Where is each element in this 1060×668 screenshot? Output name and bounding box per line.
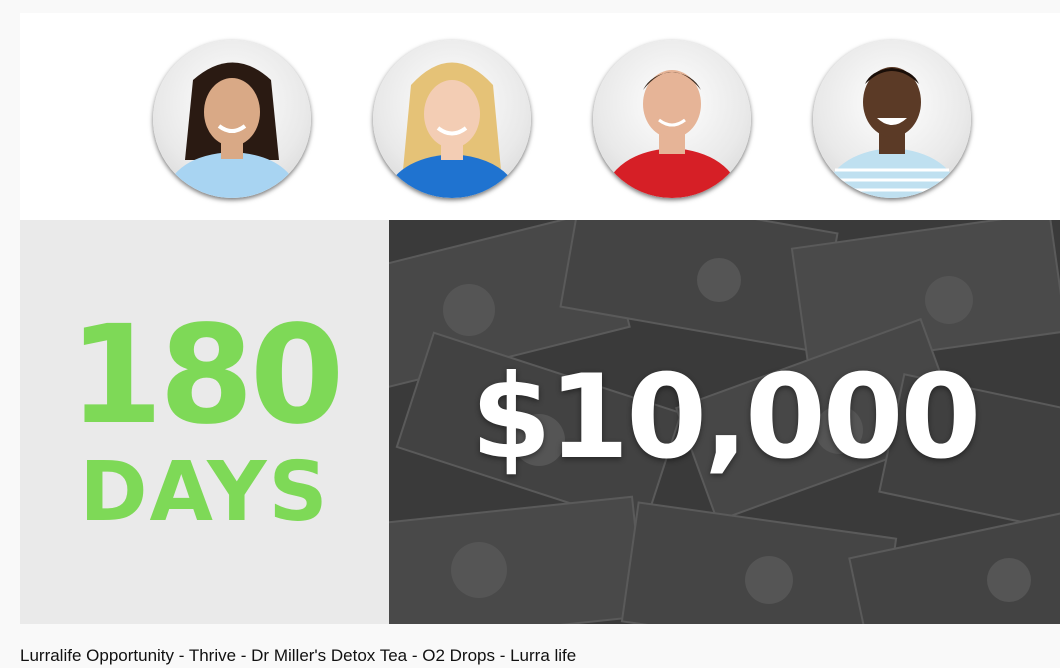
days-label: DAYS: [79, 445, 330, 540]
video-thumbnail[interactable]: 180 DAYS $10,000: [20, 13, 1060, 624]
prize-amount: $10,000: [470, 350, 981, 485]
man-avatar-2-icon: [813, 40, 971, 198]
video-title-link[interactable]: Lurralife Opportunity - Thrive - Dr Mill…: [20, 646, 576, 666]
video-page: 180 DAYS $10,000 Lurralife Opportunity -…: [0, 0, 1060, 668]
avatar-row: [20, 13, 1060, 220]
woman-avatar-2-icon: [373, 40, 531, 198]
promo-banner: 180 DAYS $10,000: [20, 220, 1060, 624]
days-panel: 180 DAYS: [20, 220, 389, 624]
woman-avatar-1-icon: [153, 40, 311, 198]
days-number: 180: [68, 297, 345, 455]
man-avatar-1-icon: [593, 40, 751, 198]
money-panel: $10,000: [389, 220, 1060, 624]
